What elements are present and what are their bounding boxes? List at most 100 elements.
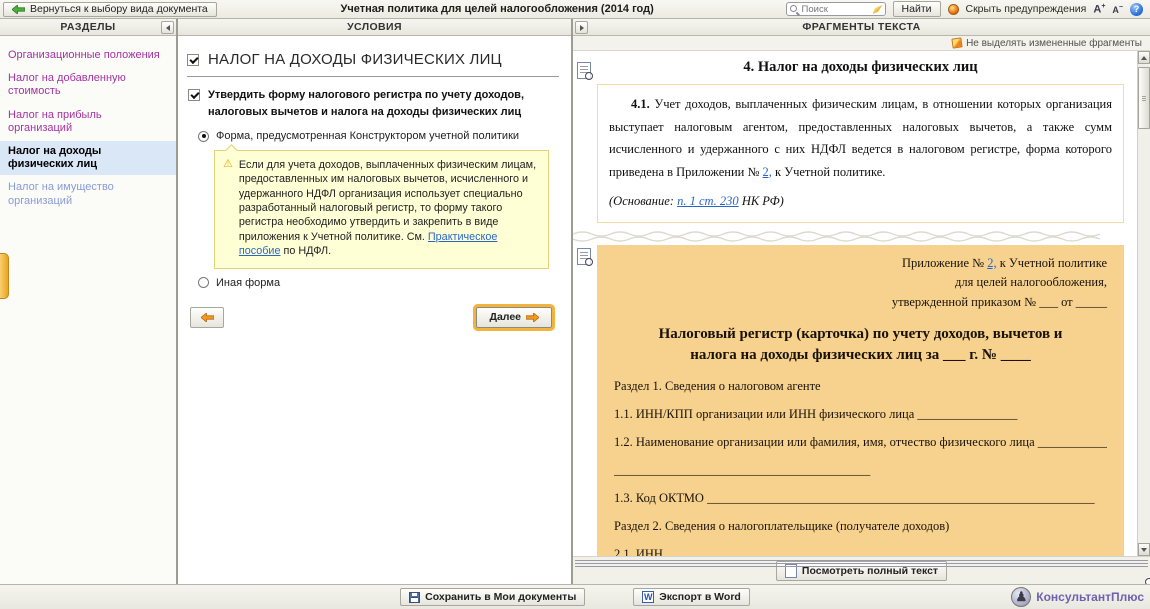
find-button-label: Найти xyxy=(902,3,932,15)
corner-post: к Учетной политике xyxy=(997,256,1107,270)
hide-warnings-toggle[interactable]: Скрыть предупреждения xyxy=(966,3,1087,15)
constructor-app: Вернуться к выбору вида документа Учетна… xyxy=(0,0,1150,609)
fragments-header-label: ФРАГМЕНТЫ ТЕКСТА xyxy=(802,21,920,33)
sidebar-item-profit-tax[interactable]: Налог на прибыль организаций xyxy=(0,105,176,139)
constructor-form-label[interactable]: Форма, предусмотренная Конструктором уче… xyxy=(216,130,519,142)
approve-register-option-row: Утвердить форму налогового регистра по у… xyxy=(188,87,561,120)
fragments-scrollbar[interactable] xyxy=(1137,51,1150,556)
view-full-text-label: Посмотреть полный текст xyxy=(802,565,938,577)
no-highlight-toggle[interactable]: Не выделять измененные фрагменты xyxy=(966,38,1142,49)
policy-paragraph-box: 4.1. Учет доходов, выплаченных физически… xyxy=(597,84,1124,223)
fragments-document-content: 4. Налог на доходы физических лиц 4.1. У… xyxy=(573,51,1137,556)
preview-fragment-icon[interactable] xyxy=(577,62,591,79)
register-line: ________________________________________… xyxy=(614,463,1107,478)
section-title[interactable]: НАЛОГ НА ДОХОДЫ ФИЗИЧЕСКИХ ЛИЦ xyxy=(208,51,502,68)
sections-list: Организационные положения Налог на добав… xyxy=(0,36,176,223)
preview-fragment-icon[interactable] xyxy=(577,248,591,265)
scroll-down-button[interactable] xyxy=(1138,543,1150,556)
warning-text: Если для учета доходов, выплаченных физи… xyxy=(239,158,539,259)
font-increase-icon[interactable]: A+ xyxy=(1093,3,1105,16)
scroll-up-icon xyxy=(1141,56,1147,60)
legal-basis: (Основание: п. 1 ст. 230 НК РФ) xyxy=(609,192,1112,211)
bottom-toolbar: Сохранить в Мои документы W Экспорт в Wo… xyxy=(0,584,1150,609)
view-full-text-button[interactable]: Посмотреть полный текст xyxy=(776,561,947,581)
policy-paragraph: 4.1. Учет доходов, выплаченных физически… xyxy=(609,93,1112,183)
scroll-down-icon xyxy=(1141,548,1147,552)
conditions-panel: УСЛОВИЯ НАЛОГ НА ДОХОДЫ ФИЗИЧЕСКИХ ЛИЦ У… xyxy=(178,19,571,584)
other-form-radio-row: Иная форма xyxy=(198,277,561,289)
section-title-row: НАЛОГ НА ДОХОДЫ ФИЗИЧЕСКИХ ЛИЦ xyxy=(187,49,559,77)
sections-header-label: РАЗДЕЛЫ xyxy=(60,21,115,33)
search-pencil-icon[interactable] xyxy=(873,5,883,14)
tax-code-article-link[interactable]: п. 1 ст. 230 xyxy=(677,194,739,208)
paragraph-tail: к Учетной политике. xyxy=(772,165,886,179)
fragments-panel-header: ФРАГМЕНТЫ ТЕКСТА xyxy=(573,19,1150,36)
save-icon xyxy=(409,592,420,603)
help-icon[interactable]: ? xyxy=(1130,3,1143,16)
find-button[interactable]: Найти xyxy=(893,1,941,17)
orange-next-arrow-icon xyxy=(526,313,539,322)
fragment-appendix-register: Приложение № 2, к Учетной политике для ц… xyxy=(597,245,1124,556)
next-button-label: Далее xyxy=(489,311,521,323)
register-line: 1.1. ИНН/КПП организации или ИНН физичес… xyxy=(614,407,1107,422)
search-input[interactable] xyxy=(802,4,871,15)
sidebar-item-vat[interactable]: Налог на добавленную стоимость xyxy=(0,68,176,102)
warning-box: ⚠ Если для учета доходов, выплаченных фи… xyxy=(214,150,549,269)
green-back-arrow-icon xyxy=(12,5,25,14)
sidebar-item-org-provisions[interactable]: Организационные положения xyxy=(0,45,176,66)
constructor-form-radio-row: Форма, предусмотренная Конструктором уче… xyxy=(198,130,561,142)
appendix-2-link[interactable]: 2, xyxy=(763,165,772,179)
text-fragments-panel: ФРАГМЕНТЫ ТЕКСТА Не выделять измененные … xyxy=(573,19,1150,584)
register-line: 2.1. ИНН _______________________________… xyxy=(614,547,1107,556)
expand-right-icon xyxy=(580,25,584,31)
consultant-figure-icon: ♟ xyxy=(1011,587,1031,607)
corner-line-1: Приложение № 2, к Учетной политике xyxy=(614,254,1107,273)
font-decrease-icon[interactable]: A− xyxy=(1112,4,1123,15)
register-title: Налоговый регистр (карточка) по учету до… xyxy=(640,324,1081,366)
fragments-expand-button[interactable] xyxy=(575,21,588,34)
top-toolbar: Вернуться к выбору вида документа Учетна… xyxy=(0,0,1150,19)
sidebar-collapse-button[interactable] xyxy=(161,21,174,34)
sections-panel-header: РАЗДЕЛЫ xyxy=(0,19,176,36)
word-icon: W xyxy=(642,591,654,603)
fragment-heading: 4. Налог на доходы физических лиц xyxy=(597,59,1124,76)
back-to-document-type-button[interactable]: Вернуться к выбору вида документа xyxy=(3,2,217,17)
other-form-label[interactable]: Иная форма xyxy=(216,277,280,289)
appendix-2-link[interactable]: 2, xyxy=(987,256,996,270)
section-checkbox[interactable] xyxy=(187,54,199,66)
basis-suffix: НК РФ) xyxy=(739,194,784,208)
conditions-panel-header: УСЛОВИЯ xyxy=(178,19,571,36)
collapse-left-icon xyxy=(166,25,170,31)
previous-section-button[interactable] xyxy=(190,307,224,328)
warning-icon: ⚠ xyxy=(223,158,233,259)
scrollbar-thumb[interactable] xyxy=(1138,67,1150,129)
register-line: Раздел 2. Сведения о налогоплательщике (… xyxy=(614,519,1107,534)
fragments-footer: Посмотреть полный текст xyxy=(573,556,1150,584)
left-edge-tab[interactable] xyxy=(0,253,9,299)
appendix-highlighted-box: Приложение № 2, к Учетной политике для ц… xyxy=(597,245,1124,556)
register-line: Раздел 1. Сведения о налоговом агенте xyxy=(614,379,1107,394)
approve-register-checkbox[interactable] xyxy=(188,89,200,101)
export-to-word-button[interactable]: W Экспорт в Word xyxy=(633,588,750,606)
scroll-up-button[interactable] xyxy=(1138,51,1150,64)
wizard-nav-row: Далее xyxy=(190,307,552,328)
other-form-radio[interactable] xyxy=(198,277,209,288)
corner-line-2: для целей налогообложения, xyxy=(614,273,1107,292)
constructor-form-radio[interactable] xyxy=(198,131,209,142)
fragments-subheader: Не выделять измененные фрагменты xyxy=(573,36,1150,51)
sidebar-item-personal-income-tax[interactable]: Налог на доходы физических лиц xyxy=(0,141,176,175)
sidebar-item-property-tax[interactable]: Налог на имущество организаций xyxy=(0,177,176,211)
search-box xyxy=(786,2,886,16)
torn-edge-divider xyxy=(573,230,1100,242)
export-button-label: Экспорт в Word xyxy=(659,591,741,603)
next-button[interactable]: Далее xyxy=(476,307,552,328)
hide-warnings-icon xyxy=(948,4,959,15)
register-line: 1.3. Код ОКТМО _________________________… xyxy=(614,491,1107,506)
document-preview-icon xyxy=(785,564,797,578)
document-title: Учетная политика для целей налогообложен… xyxy=(217,3,778,15)
toolbar-right-group: Найти Скрыть предупреждения A+ A− ? xyxy=(786,1,1143,17)
consultantplus-logo-label: КонсультантПлюс xyxy=(1036,590,1144,604)
conditions-header-label: УСЛОВИЯ xyxy=(347,21,402,33)
save-to-my-documents-button[interactable]: Сохранить в Мои документы xyxy=(400,588,585,606)
approve-register-label[interactable]: Утвердить форму налогового регистра по у… xyxy=(208,87,557,120)
